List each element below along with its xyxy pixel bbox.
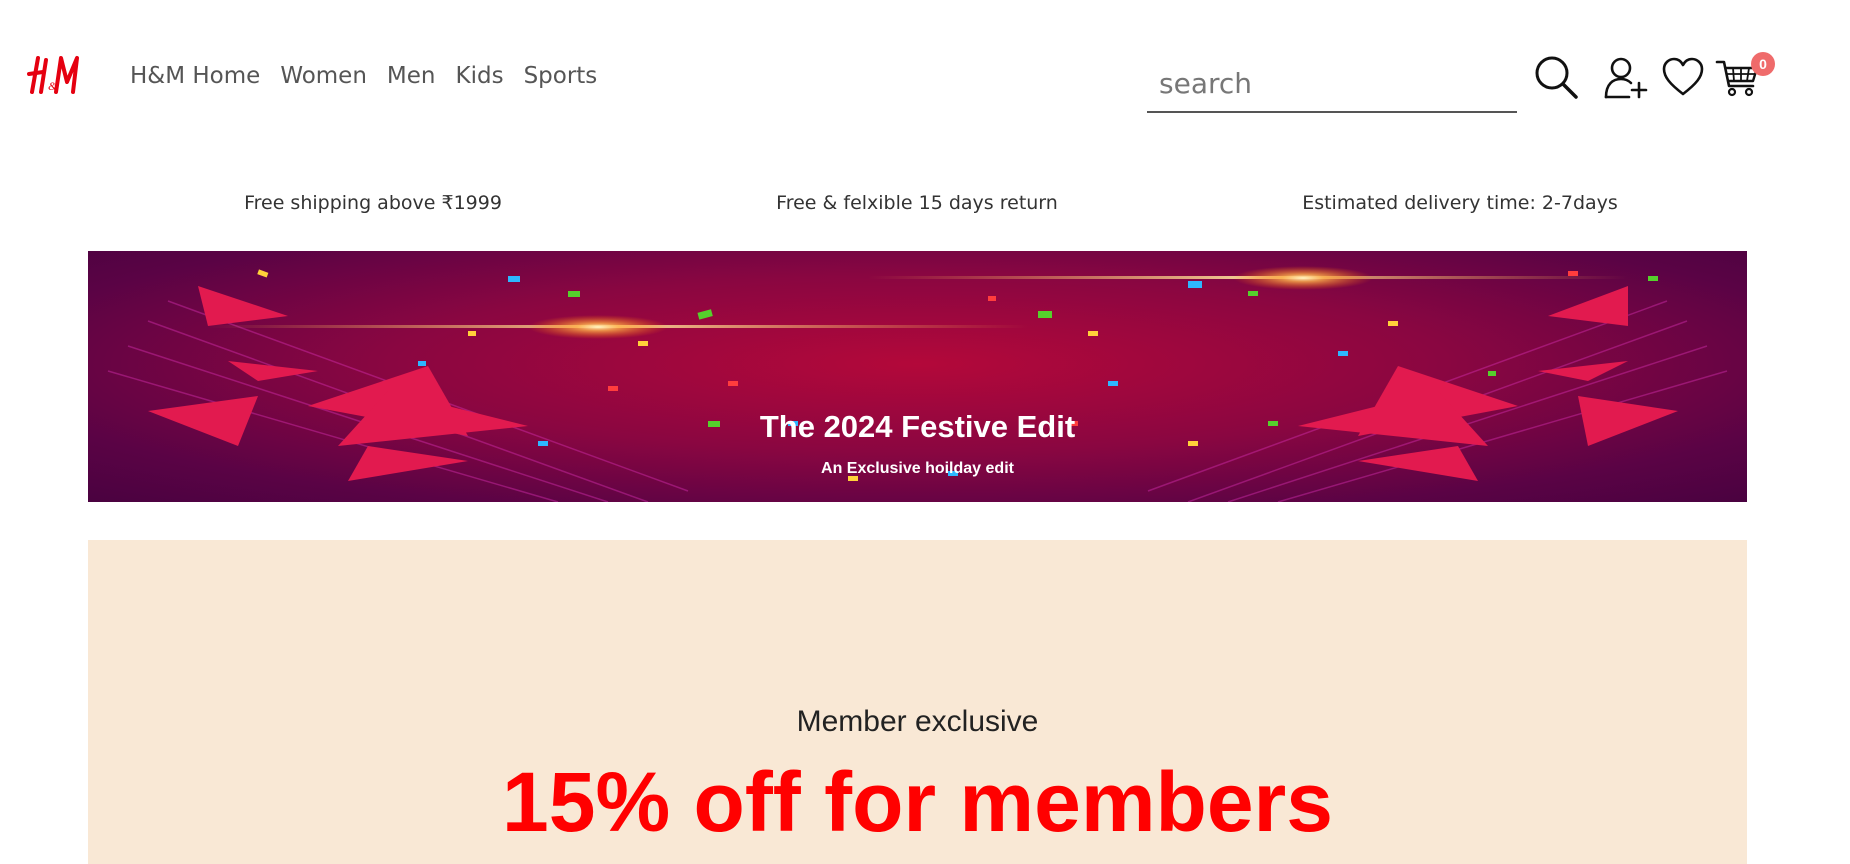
member-offer-section: Member exclusive 15% off for members <box>88 540 1747 864</box>
search-icon <box>1535 56 1578 99</box>
free-shipping-info: Free shipping above ₹1999 <box>244 192 502 214</box>
cart-count-badge: 0 <box>1751 52 1775 76</box>
main-nav: H&M Home Women Men Kids Sports <box>130 63 597 89</box>
delivery-time-info: Estimated delivery time: 2-7days <box>1302 192 1618 214</box>
svg-text:&: & <box>48 79 58 93</box>
nav-item-men[interactable]: Men <box>387 63 436 89</box>
account-button[interactable] <box>1603 54 1649 100</box>
banner-title: The 2024 Festive Edit <box>759 409 1076 444</box>
wishlist-button[interactable] <box>1660 54 1706 100</box>
nav-item-home[interactable]: H&M Home <box>130 63 260 89</box>
nav-item-sports[interactable]: Sports <box>524 63 598 89</box>
heart-icon <box>1662 57 1704 96</box>
search-button[interactable] <box>1533 54 1579 100</box>
member-offer-headline: 15% off for members <box>502 755 1333 849</box>
service-info-strip: Free shipping above ₹1999 Free & felxibl… <box>0 192 1850 222</box>
add-user-icon <box>1604 57 1648 99</box>
festive-banner[interactable]: The 2024 Festive Edit An Exclusive hoild… <box>88 251 1747 502</box>
search-field <box>1147 55 1517 113</box>
banner-subtitle: An Exclusive hoilday edit <box>821 460 1014 477</box>
nav-item-kids[interactable]: Kids <box>456 63 504 89</box>
site-header: & H&M Home Women Men Kids Sports search … <box>0 0 1850 140</box>
hm-logo[interactable]: & <box>26 52 88 96</box>
search-input[interactable] <box>1147 55 1517 111</box>
returns-info: Free & felxible 15 days return <box>776 192 1058 214</box>
member-kicker: Member exclusive <box>796 705 1039 738</box>
hm-logo-mark: & <box>27 56 79 94</box>
nav-item-women[interactable]: Women <box>280 63 367 89</box>
